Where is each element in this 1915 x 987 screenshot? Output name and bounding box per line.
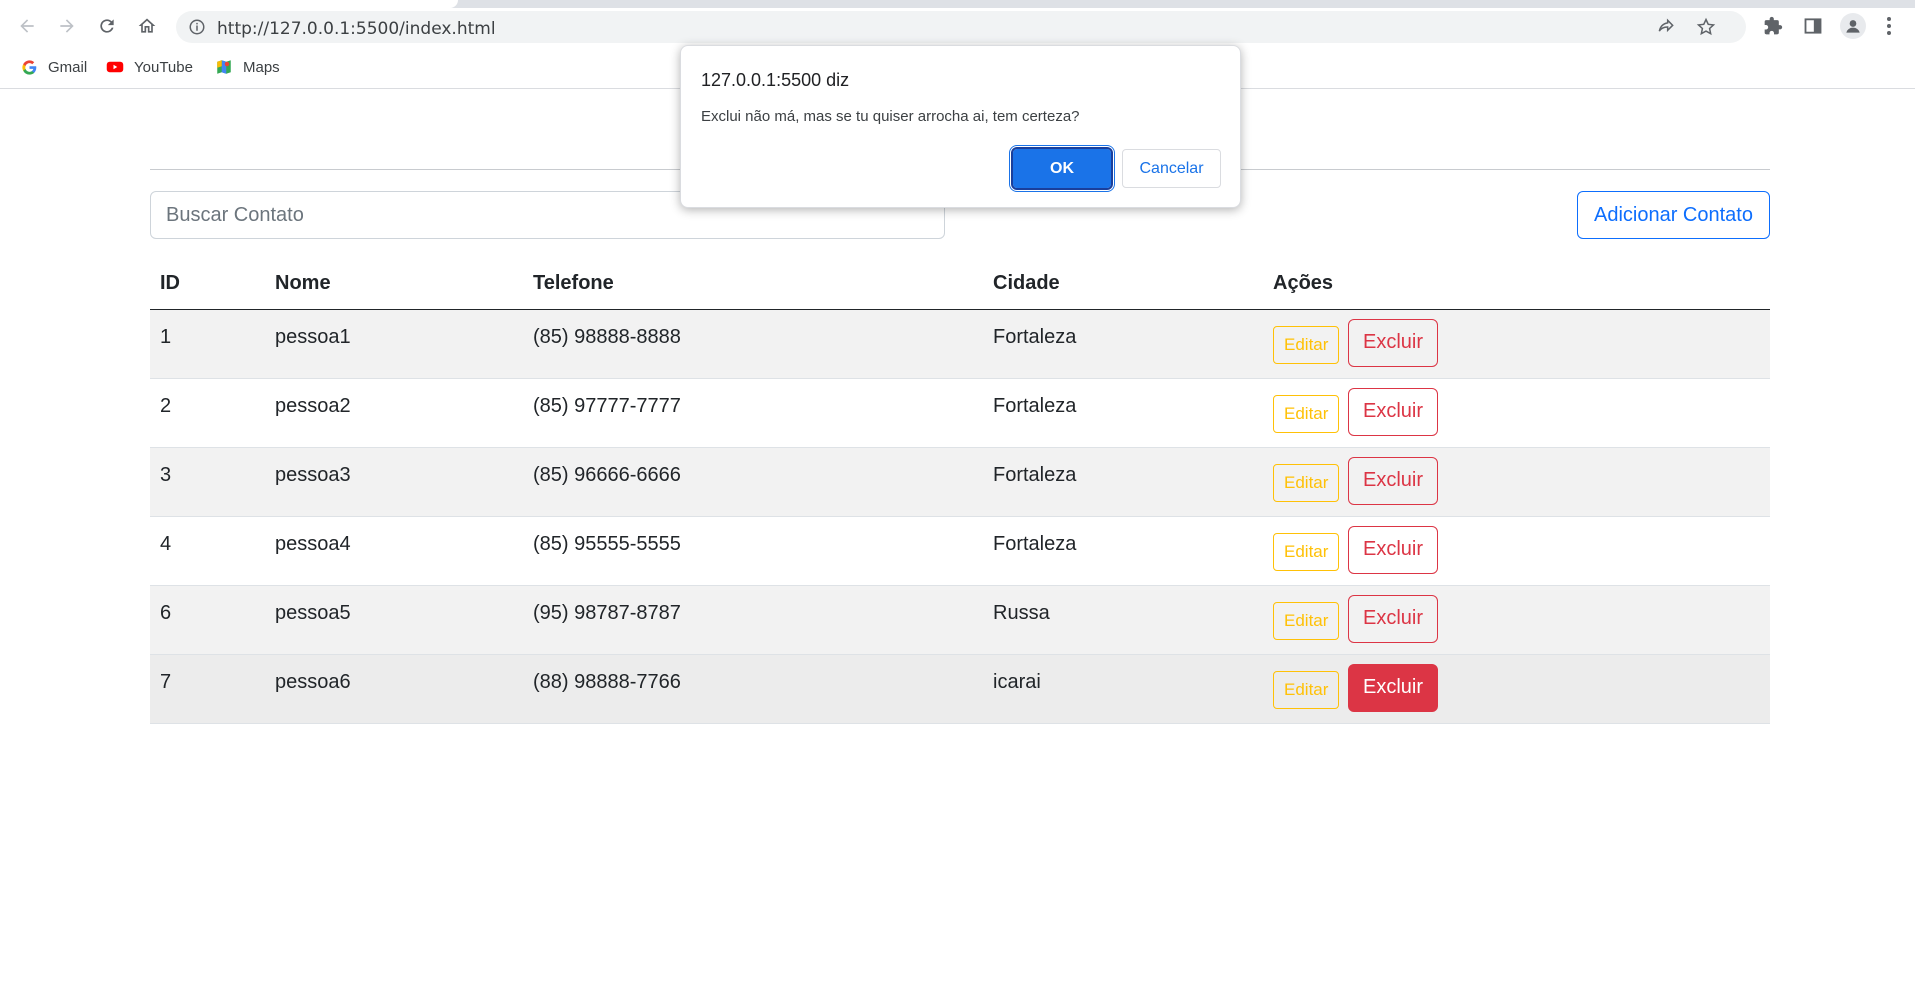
- contacts-table: ID Nome Telefone Cidade Ações 1 pessoa1 …: [150, 259, 1770, 724]
- cell-nome: pessoa3: [265, 447, 523, 517]
- cancel-button[interactable]: Cancelar: [1122, 149, 1221, 188]
- table-row: 7 pessoa6 (88) 98888-7766 icarai Editar …: [150, 654, 1770, 724]
- info-icon[interactable]: [188, 18, 206, 36]
- cell-cidade: Fortaleza: [983, 447, 1263, 517]
- cell-cidade: icarai: [983, 654, 1263, 724]
- cell-id: 2: [150, 378, 265, 448]
- cell-actions: Editar Excluir: [1263, 516, 1770, 586]
- bookmark-youtube[interactable]: YouTube: [106, 57, 193, 77]
- cell-id: 6: [150, 585, 265, 655]
- google-icon: [20, 58, 38, 76]
- ok-button[interactable]: OK: [1011, 147, 1113, 190]
- edit-button[interactable]: Editar: [1273, 325, 1340, 364]
- cell-telefone: (85) 98888-8888: [523, 309, 983, 379]
- add-contact-button[interactable]: Adicionar Contato: [1577, 191, 1770, 239]
- cell-actions: Editar Excluir: [1263, 585, 1770, 655]
- dialog-title: 127.0.0.1:5500 diz: [701, 70, 850, 90]
- column-header-cidade: Cidade: [983, 259, 1263, 310]
- reload-icon[interactable]: [92, 11, 122, 41]
- confirm-dialog: 127.0.0.1:5500 diz Exclui não má, mas se…: [680, 45, 1241, 208]
- cell-cidade: Fortaleza: [983, 309, 1263, 379]
- cell-id: 3: [150, 447, 265, 517]
- bookmark-label: Gmail: [48, 58, 88, 76]
- home-icon[interactable]: [132, 11, 162, 41]
- column-header-id: ID: [150, 259, 265, 310]
- cell-actions: Editar Excluir: [1263, 447, 1770, 517]
- bookmark-star-icon[interactable]: [1696, 17, 1716, 37]
- dialog-message: Exclui não má, mas se tu quiser arrocha …: [701, 108, 1080, 125]
- cell-telefone: (85) 96666-6666: [523, 447, 983, 517]
- cell-cidade: Russa: [983, 585, 1263, 655]
- cell-id: 7: [150, 654, 265, 724]
- table-row: 6 pessoa5 (95) 98787-8787 Russa Editar E…: [150, 585, 1770, 655]
- profile-avatar-icon[interactable]: [1840, 13, 1866, 39]
- column-header-nome: Nome: [265, 259, 523, 310]
- edit-button[interactable]: Editar: [1273, 670, 1340, 709]
- delete-button[interactable]: Excluir: [1347, 318, 1438, 367]
- youtube-icon: [106, 58, 124, 76]
- cell-actions: Editar Excluir: [1263, 378, 1770, 448]
- cell-nome: pessoa5: [265, 585, 523, 655]
- menu-kebab-icon[interactable]: [1886, 15, 1892, 37]
- edit-button[interactable]: Editar: [1273, 463, 1340, 502]
- delete-button[interactable]: Excluir: [1347, 594, 1438, 643]
- cell-cidade: Fortaleza: [983, 516, 1263, 586]
- edit-button[interactable]: Editar: [1273, 601, 1340, 640]
- cell-telefone: (85) 97777-7777: [523, 378, 983, 448]
- table-row: 3 pessoa3 (85) 96666-6666 Fortaleza Edit…: [150, 447, 1770, 517]
- inactive-tab[interactable]: [690, 0, 1915, 4]
- delete-button[interactable]: Excluir: [1347, 663, 1438, 712]
- address-bar[interactable]: http://127.0.0.1:5500/index.html: [176, 11, 1746, 43]
- cell-telefone: (95) 98787-8787: [523, 585, 983, 655]
- bookmark-gmail[interactable]: Gmail: [20, 57, 87, 77]
- edit-button[interactable]: Editar: [1273, 394, 1340, 433]
- cell-actions: Editar Excluir: [1263, 654, 1770, 724]
- bookmark-label: Maps: [243, 58, 280, 76]
- active-tab[interactable]: [0, 0, 458, 8]
- table-row: 1 pessoa1 (85) 98888-8888 Fortaleza Edit…: [150, 309, 1770, 379]
- cell-nome: pessoa1: [265, 309, 523, 379]
- edit-button[interactable]: Editar: [1273, 532, 1340, 571]
- extensions-icon[interactable]: [1760, 13, 1786, 39]
- cell-nome: pessoa4: [265, 516, 523, 586]
- cell-actions: Editar Excluir: [1263, 309, 1770, 379]
- cell-id: 4: [150, 516, 265, 586]
- cell-id: 1: [150, 309, 265, 379]
- column-header-telefone: Telefone: [523, 259, 983, 310]
- url-text[interactable]: http://127.0.0.1:5500/index.html: [217, 19, 496, 39]
- cell-telefone: (88) 98888-7766: [523, 654, 983, 724]
- side-panel-icon[interactable]: [1800, 13, 1826, 39]
- cell-nome: pessoa2: [265, 378, 523, 448]
- cell-nome: pessoa6: [265, 654, 523, 724]
- delete-button[interactable]: Excluir: [1347, 525, 1438, 574]
- delete-button[interactable]: Excluir: [1347, 387, 1438, 436]
- table-row: 2 pessoa2 (85) 97777-7777 Fortaleza Edit…: [150, 378, 1770, 448]
- column-header-acoes: Ações: [1263, 259, 1770, 310]
- cell-telefone: (85) 95555-5555: [523, 516, 983, 586]
- browser-toolbar: http://127.0.0.1:5500/index.html: [0, 8, 1915, 45]
- back-icon[interactable]: [12, 11, 42, 41]
- cell-cidade: Fortaleza: [983, 378, 1263, 448]
- maps-icon: [215, 58, 233, 76]
- table-row: 4 pessoa4 (85) 95555-5555 Fortaleza Edit…: [150, 516, 1770, 586]
- share-icon[interactable]: [1656, 17, 1676, 37]
- bookmark-maps[interactable]: Maps: [215, 57, 280, 77]
- table-header-row: ID Nome Telefone Cidade Ações: [150, 259, 1770, 310]
- bookmark-label: YouTube: [134, 58, 193, 76]
- tab-strip: [0, 0, 1915, 8]
- forward-icon[interactable]: [52, 11, 82, 41]
- delete-button[interactable]: Excluir: [1347, 456, 1438, 505]
